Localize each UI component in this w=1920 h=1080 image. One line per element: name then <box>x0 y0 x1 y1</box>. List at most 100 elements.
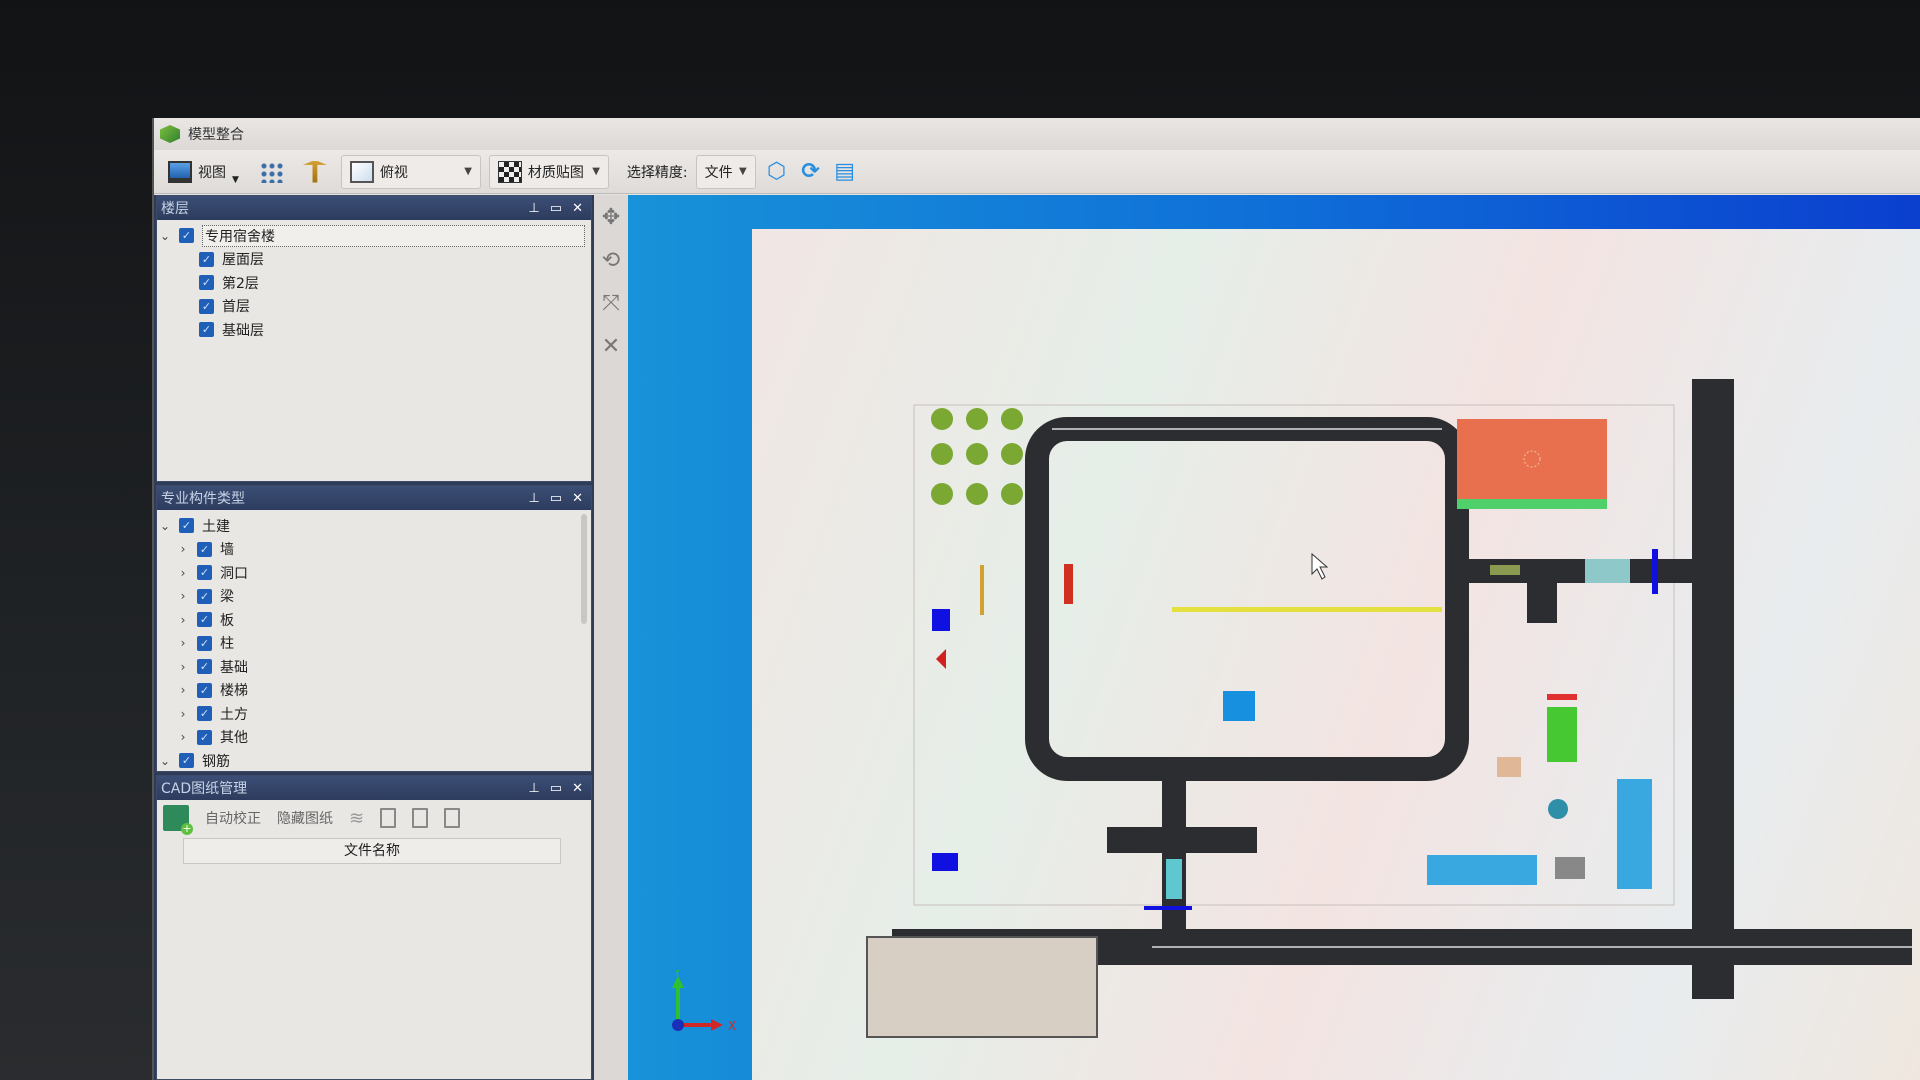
3d-box-button[interactable]: ⬡ <box>764 159 790 185</box>
component-item[interactable]: › ✓ 梁 <box>157 585 591 609</box>
entrance-gatehouse <box>1166 859 1182 899</box>
component-item[interactable]: › ✓ 洞口 <box>157 561 591 585</box>
zoom-extents-icon[interactable]: ⤧ <box>602 291 620 316</box>
checkbox[interactable]: ✓ <box>197 659 212 675</box>
fountain <box>1548 799 1568 819</box>
blue-block <box>932 853 958 871</box>
component-item[interactable]: › ✓ 楼梯 <box>157 679 591 703</box>
checkbox[interactable]: ✓ <box>199 251 214 267</box>
axis-grid-button[interactable] <box>253 155 289 189</box>
component-label: 洞口 <box>220 565 248 582</box>
component-item[interactable]: › ✓ 墙 <box>157 538 591 562</box>
move-down-icon[interactable] <box>444 808 461 828</box>
layers-icon[interactable]: ≋ <box>349 808 364 829</box>
auto-correct-button[interactable]: 自动校正 <box>205 808 261 828</box>
component-item[interactable]: › ✓ 板 <box>157 608 591 632</box>
view-mode-select[interactable]: 俯视 ▼ <box>340 154 481 189</box>
component-item[interactable]: › ✓ 其他 <box>157 726 591 750</box>
checkbox[interactable]: ✓ <box>199 298 214 314</box>
component-item[interactable]: › ✓ 柱 <box>157 632 591 656</box>
checkbox[interactable]: ✓ <box>179 228 194 244</box>
app-logo-icon <box>160 125 180 143</box>
chevron-down-icon: ▼ <box>592 166 600 177</box>
pin-icon[interactable]: ⊥ <box>528 491 539 506</box>
chevron-down-icon[interactable]: ⌄ <box>157 754 173 768</box>
floor-item[interactable]: ✓ 首层 <box>157 295 591 319</box>
checkbox[interactable]: ✓ <box>197 635 212 651</box>
checkbox[interactable]: ✓ <box>197 729 212 745</box>
chevron-down-icon: ▼ <box>738 166 747 177</box>
move-up-icon[interactable] <box>412 808 429 828</box>
chevron-down-icon[interactable]: ⌄ <box>157 519 173 533</box>
maximize-icon[interactable]: ▭ <box>550 201 562 216</box>
precision-select[interactable]: 文件 ▼ <box>695 154 756 189</box>
close-view-icon[interactable]: ✕ <box>602 334 620 359</box>
group-label: 土建 <box>202 518 230 535</box>
checkbox[interactable]: ✓ <box>199 322 214 338</box>
chevron-right-icon[interactable]: › <box>175 636 191 650</box>
red-bar <box>1547 694 1577 700</box>
scrollbar[interactable] <box>581 514 587 624</box>
monitor-icon <box>168 160 192 183</box>
floor-item[interactable]: ✓ 第2层 <box>157 271 591 295</box>
close-icon[interactable]: ✕ <box>572 491 583 506</box>
rotate-icon[interactable]: ⟲ <box>602 248 620 273</box>
view-mode-value: 俯视 <box>379 164 408 181</box>
red-marker <box>936 649 946 669</box>
checkbox[interactable]: ✓ <box>197 588 212 604</box>
checkbox[interactable]: ✓ <box>197 541 212 557</box>
tree-node-building[interactable]: ⌄ ✓ 专用宿舍楼 <box>157 224 591 248</box>
gatehouse <box>1585 559 1630 583</box>
maximize-icon[interactable]: ▭ <box>550 781 562 796</box>
chevron-right-icon[interactable]: › <box>175 683 191 697</box>
file-name-column-header[interactable]: 文件名称 <box>183 838 561 864</box>
material-select[interactable]: 材质贴图 ▼ <box>488 154 609 189</box>
export-button[interactable]: ▤ <box>832 159 858 185</box>
component-item[interactable]: › ✓ 土方 <box>157 702 591 726</box>
sand-area <box>1497 757 1521 777</box>
chevron-right-icon[interactable]: › <box>175 566 191 580</box>
pin-icon[interactable]: ⊥ <box>528 201 539 216</box>
checkbox[interactable]: ✓ <box>199 275 214 291</box>
tree-group-civil[interactable]: ⌄ ✓ 土建 <box>157 514 591 538</box>
document-icon[interactable] <box>380 808 397 828</box>
chevron-right-icon[interactable]: › <box>175 613 191 627</box>
entrance-crossroad <box>1107 827 1257 853</box>
site-plan-canvas[interactable] <box>752 229 1920 1080</box>
floor-label: 第2层 <box>222 275 259 292</box>
close-icon[interactable]: ✕ <box>572 781 583 796</box>
title-bar: 模型整合 <box>154 118 1920 150</box>
pan-icon[interactable]: ✥ <box>602 205 620 230</box>
hide-drawing-button[interactable]: 隐藏图纸 <box>277 808 333 828</box>
floor-label: 基础层 <box>222 322 264 339</box>
checkbox[interactable]: ✓ <box>197 706 212 722</box>
close-icon[interactable]: ✕ <box>572 201 583 216</box>
maximize-icon[interactable]: ▭ <box>550 491 562 506</box>
view-menu-button[interactable]: 视图 ▼ <box>162 155 245 189</box>
chevron-right-icon[interactable]: › <box>175 707 191 721</box>
rock-feature <box>1555 857 1585 879</box>
floors-panel-header: 楼层 ⊥ ▭ ✕ <box>157 196 591 220</box>
component-item[interactable]: › ✓ 基础 <box>157 655 591 679</box>
checkbox[interactable]: ✓ <box>197 682 212 698</box>
chevron-right-icon[interactable]: › <box>175 660 191 674</box>
checkbox[interactable]: ✓ <box>179 753 194 769</box>
crane-button[interactable] <box>297 155 333 189</box>
refresh-button[interactable]: ⟳ <box>798 159 824 185</box>
pin-icon[interactable]: ⊥ <box>528 781 539 796</box>
floor-item[interactable]: ✓ 屋面层 <box>157 248 591 272</box>
axis-grid-icon <box>258 160 283 183</box>
tree-group-rebar[interactable]: ⌄ ✓ 钢筋 <box>157 749 591 773</box>
chevron-right-icon[interactable]: › <box>175 589 191 603</box>
checkbox[interactable]: ✓ <box>197 565 212 581</box>
add-drawing-button[interactable] <box>163 805 193 835</box>
checkbox[interactable]: ✓ <box>179 518 194 534</box>
cad-drawing-panel: CAD图纸管理 ⊥ ▭ ✕ 自动校正 隐藏图纸 ≋ 文件名称 <box>156 775 592 1080</box>
chevron-right-icon[interactable]: › <box>175 730 191 744</box>
chevron-right-icon[interactable]: › <box>175 542 191 556</box>
model-viewport[interactable]: Y X <box>628 195 1920 1080</box>
chevron-down-icon[interactable]: ⌄ <box>157 229 173 243</box>
floor-item[interactable]: ✓ 基础层 <box>157 318 591 342</box>
z-axis-origin <box>672 1019 684 1031</box>
checkbox[interactable]: ✓ <box>197 612 212 628</box>
